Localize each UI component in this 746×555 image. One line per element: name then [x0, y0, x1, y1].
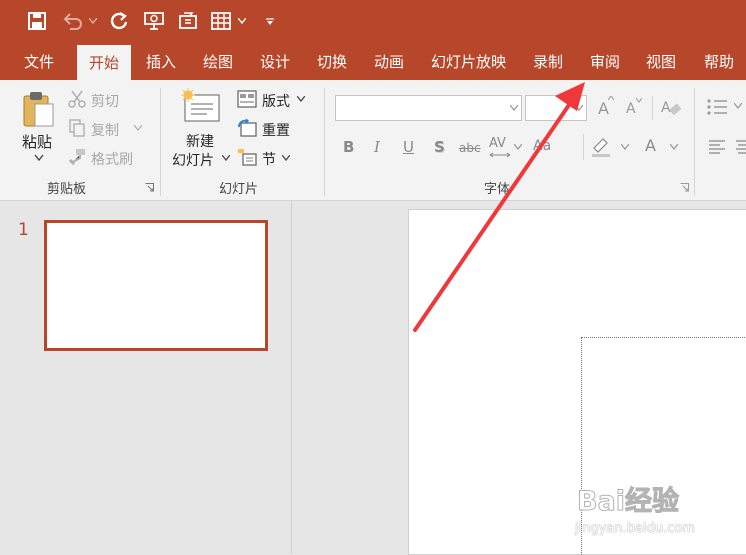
annotation-arrow [413, 82, 585, 332]
arrow-shaft [413, 100, 573, 332]
